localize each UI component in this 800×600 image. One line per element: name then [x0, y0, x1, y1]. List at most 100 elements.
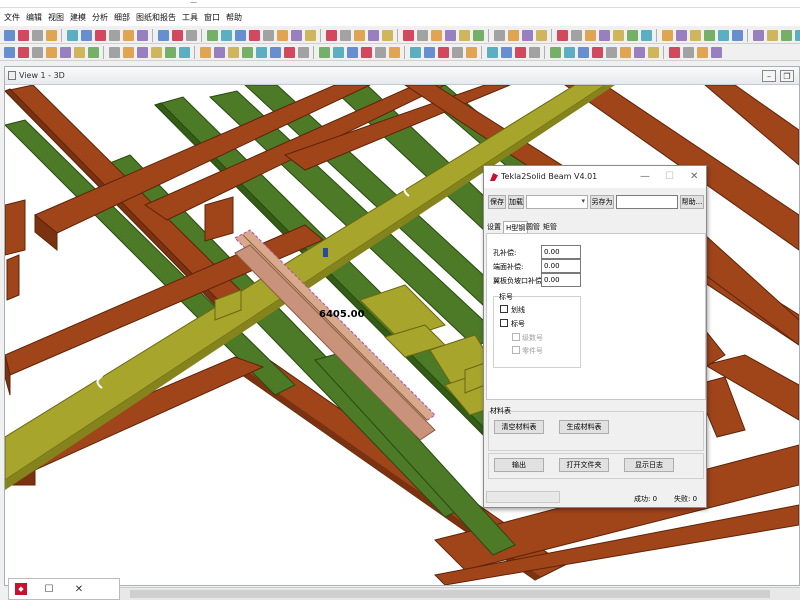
- toolbar-tool-icon[interactable]: [591, 46, 603, 58]
- part-number-checkbox[interactable]: [512, 346, 520, 354]
- toolbar-tool-icon[interactable]: [297, 46, 309, 58]
- generate-material-button[interactable]: 生成材料表: [559, 420, 609, 434]
- toolbar-tool-icon[interactable]: [374, 46, 386, 58]
- menu-view[interactable]: 视图: [47, 12, 69, 23]
- toolbar-tool-icon[interactable]: [80, 29, 92, 41]
- toolbar-tool-icon[interactable]: [346, 46, 358, 58]
- view-minimize-button[interactable]: –: [762, 70, 776, 82]
- toolbar-tool-icon[interactable]: [73, 46, 85, 58]
- toolbar-tool-icon[interactable]: [318, 46, 330, 58]
- toolbar-tool-icon[interactable]: [507, 29, 519, 41]
- toolbar-tool-icon[interactable]: [486, 46, 498, 58]
- toolbar-tool-icon[interactable]: [353, 29, 365, 41]
- toolbar-tool-icon[interactable]: [66, 29, 78, 41]
- output-button[interactable]: 输出: [494, 458, 544, 472]
- toolbar-tool-icon[interactable]: [458, 29, 470, 41]
- mark-checkbox[interactable]: [500, 319, 508, 327]
- save-button[interactable]: 保存: [488, 195, 506, 209]
- toolbar-tool-icon[interactable]: [3, 29, 15, 41]
- menu-file[interactable]: 文件: [3, 12, 25, 23]
- toolbar-tool-icon[interactable]: [766, 29, 778, 41]
- menu-model[interactable]: 建模: [69, 12, 91, 23]
- toolbar-tool-icon[interactable]: [549, 46, 561, 58]
- toolbar-tool-icon[interactable]: [598, 29, 610, 41]
- toolbar-tool-icon[interactable]: [388, 46, 400, 58]
- toolbar-tool-icon[interactable]: [563, 46, 575, 58]
- toolbar-tool-icon[interactable]: [241, 46, 253, 58]
- toolbar-tool-icon[interactable]: [31, 29, 43, 41]
- horizontal-scrollbar[interactable]: [120, 587, 800, 600]
- toolbar-tool-icon[interactable]: [122, 46, 134, 58]
- toolbar-tool-icon[interactable]: [514, 46, 526, 58]
- menu-help[interactable]: 帮助: [225, 12, 247, 23]
- scribe-checkbox[interactable]: [500, 305, 508, 313]
- toolbar-tool-icon[interactable]: [206, 29, 218, 41]
- menu-detailing[interactable]: 细部: [113, 12, 135, 23]
- toolbar-tool-icon[interactable]: [136, 46, 148, 58]
- toolbar-tool-icon[interactable]: [31, 46, 43, 58]
- save-as-button[interactable]: 另存为: [590, 195, 614, 209]
- toolbar-tool-icon[interactable]: [710, 46, 722, 58]
- view-restore-button[interactable]: ❐: [780, 70, 794, 82]
- toolbar-tool-icon[interactable]: [150, 46, 162, 58]
- save-as-name-input[interactable]: [616, 195, 678, 209]
- toolbar-tool-icon[interactable]: [703, 29, 715, 41]
- toolbar-tool-icon[interactable]: [752, 29, 764, 41]
- toolbar-tool-icon[interactable]: [402, 29, 414, 41]
- toolbar-tool-icon[interactable]: [584, 29, 596, 41]
- toolbar-tool-icon[interactable]: [87, 46, 99, 58]
- toolbar-tool-icon[interactable]: [381, 29, 393, 41]
- toolbar-tool-icon[interactable]: [17, 29, 29, 41]
- toolbar-tool-icon[interactable]: [360, 46, 372, 58]
- toolbar-tool-icon[interactable]: [178, 46, 190, 58]
- menu-drawings-reports[interactable]: 图纸和报告: [135, 12, 181, 23]
- toolbar-tool-icon[interactable]: [465, 46, 477, 58]
- toolbar-tool-icon[interactable]: [108, 29, 120, 41]
- toolbar-tool-icon[interactable]: [619, 46, 631, 58]
- dialog-close-icon[interactable]: ✕: [690, 171, 698, 182]
- toolbar-tool-icon[interactable]: [780, 29, 792, 41]
- toolbar-tool-icon[interactable]: [689, 29, 701, 41]
- menu-edit[interactable]: 编辑: [25, 12, 47, 23]
- toolbar-tool-icon[interactable]: [122, 29, 134, 41]
- end-offset-input[interactable]: 0.00: [541, 259, 581, 273]
- toolbar-tool-icon[interactable]: [633, 46, 645, 58]
- toolbar-tool-icon[interactable]: [731, 29, 743, 41]
- toolbar-tool-icon[interactable]: [500, 46, 512, 58]
- clear-material-button[interactable]: 清空材料表: [494, 420, 544, 434]
- toolbar-tool-icon[interactable]: [444, 29, 456, 41]
- dialog-maximize-icon[interactable]: ☐: [665, 171, 674, 182]
- grade-number-checkbox[interactable]: [512, 333, 520, 341]
- toolbar-tool-icon[interactable]: [332, 46, 344, 58]
- toolbar-tool-icon[interactable]: [304, 29, 316, 41]
- tab-rect-tube[interactable]: 矩管: [541, 221, 559, 233]
- toolbar-tool-icon[interactable]: [220, 29, 232, 41]
- toolbar-tool-icon[interactable]: [94, 29, 106, 41]
- toolbar-tool-icon[interactable]: [17, 46, 29, 58]
- open-folder-button[interactable]: 打开文件夹: [559, 458, 609, 472]
- toolbar-tool-icon[interactable]: [640, 29, 652, 41]
- toolbar-tool-icon[interactable]: [269, 46, 281, 58]
- help-button[interactable]: 帮助...: [680, 195, 704, 209]
- menu-analysis[interactable]: 分析: [91, 12, 113, 23]
- preset-combo[interactable]: ▾: [526, 195, 588, 209]
- toolbar-tool-icon[interactable]: [3, 46, 15, 58]
- toolbar-tool-icon[interactable]: [339, 29, 351, 41]
- menu-tools[interactable]: 工具: [181, 12, 203, 23]
- toolbar-tool-icon[interactable]: [255, 46, 267, 58]
- toolbar-tool-icon[interactable]: [262, 29, 274, 41]
- toolbar-tool-icon[interactable]: [437, 46, 449, 58]
- toolbar-tool-icon[interactable]: [696, 46, 708, 58]
- toolbar-tool-icon[interactable]: [717, 29, 729, 41]
- toolbar-tool-icon[interactable]: [136, 29, 148, 41]
- toolbar-tool-icon[interactable]: [423, 46, 435, 58]
- toolbar-tool-icon[interactable]: [675, 29, 687, 41]
- toolbar-tool-icon[interactable]: [668, 46, 680, 58]
- toolbar-tool-icon[interactable]: [234, 29, 246, 41]
- toolbar-tool-icon[interactable]: [570, 29, 582, 41]
- toolbar-tool-icon[interactable]: [185, 29, 197, 41]
- toolbar-tool-icon[interactable]: [213, 46, 225, 58]
- toolbar-tool-icon[interactable]: [577, 46, 589, 58]
- toolbar-tool-icon[interactable]: [290, 29, 302, 41]
- toolbar-tool-icon[interactable]: [682, 46, 694, 58]
